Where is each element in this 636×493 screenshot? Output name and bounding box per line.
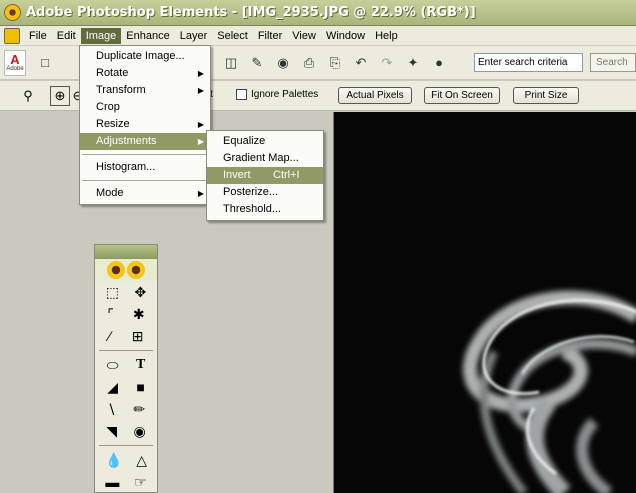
checkbox-box[interactable] (236, 89, 247, 100)
sunflower-icon (107, 261, 125, 279)
ignore-palettes-label: Ignore Palettes (251, 89, 319, 100)
save-pdf-icon[interactable]: ◫ (220, 52, 242, 74)
menu-window[interactable]: Window (321, 28, 370, 44)
menu-item-label: Crop (96, 101, 120, 113)
menu-item-label: Rotate (96, 67, 129, 79)
title-bar: Adobe Photoshop Elements - [IMG_2935.JPG… (0, 0, 636, 26)
menu-image[interactable]: Image (80, 27, 122, 44)
document-system-menu-icon[interactable] (4, 27, 20, 44)
eraser-tool-icon[interactable]: ◥ (106, 423, 117, 440)
red-eye-tool-icon[interactable]: ◉ (134, 423, 146, 440)
selection-brush-tool-icon[interactable]: ∕ (108, 328, 110, 344)
menu-item-adjustments[interactable]: Adjustments ▶ (80, 133, 210, 150)
print-icon[interactable]: ⎙ (298, 52, 320, 74)
menu-item-label: Gradient Map... (223, 152, 299, 164)
menu-layer[interactable]: Layer (175, 28, 213, 44)
menu-item-label: Duplicate Image... (96, 50, 185, 62)
photo-browser-icon[interactable]: ● (428, 52, 450, 74)
menu-item-shortcut: Ctrl+I (273, 169, 300, 181)
zoom-tool-icon[interactable]: ⚲ (18, 86, 38, 106)
menu-separator (82, 154, 208, 155)
quick-fix-icon[interactable]: ✦ (402, 52, 424, 74)
menu-item-histogram[interactable]: Histogram... (80, 159, 210, 176)
adobe-logo-icon[interactable]: A Adobe (4, 49, 26, 76)
menu-file[interactable]: File (24, 28, 52, 44)
fit-on-screen-button[interactable]: Fit On Screen (424, 87, 500, 104)
submenu-arrow-icon: ▶ (197, 120, 204, 129)
menu-item-gradient-map[interactable]: Gradient Map... (207, 150, 323, 167)
submenu-arrow-icon: ▶ (197, 189, 204, 198)
magic-wand-tool-icon[interactable]: ✱ (133, 306, 145, 323)
zoom-in-icon[interactable]: ⊕ (50, 86, 70, 106)
sharpen-tool-icon[interactable]: △ (136, 452, 147, 469)
brush-tool-icon[interactable]: ∖ (107, 401, 116, 418)
search-button[interactable]: Search (590, 53, 636, 72)
submenu-arrow-icon: ▶ (197, 137, 204, 146)
window-title: Adobe Photoshop Elements - [IMG_2935.JPG… (26, 5, 476, 20)
step-backward-icon[interactable]: ↶ (350, 52, 372, 74)
print-size-button[interactable]: Print Size (513, 87, 579, 104)
adobe-logo-label: Adobe (6, 66, 24, 72)
paint-bucket-tool-icon[interactable]: ◢ (107, 379, 118, 396)
type-tool-icon[interactable]: T (136, 357, 145, 373)
photoshop-elements-app-icon[interactable] (4, 4, 21, 21)
menu-item-label: Posterize... (223, 186, 279, 198)
actual-pixels-button[interactable]: Actual Pixels (338, 87, 412, 104)
menu-item-rotate[interactable]: Rotate ▶ (80, 65, 210, 82)
menu-item-label: Invert (223, 169, 251, 181)
menu-help[interactable]: Help (370, 28, 403, 44)
pencil-tool-icon[interactable]: ✏ (133, 401, 145, 418)
menu-filter[interactable]: Filter (253, 28, 287, 44)
print-preview-icon[interactable]: ⎘ (324, 52, 346, 74)
menu-item-label: Resize (96, 118, 130, 130)
menu-item-crop[interactable]: Crop (80, 99, 210, 116)
help-search-input[interactable] (474, 53, 583, 72)
submenu-arrow-icon: ▶ (197, 69, 204, 78)
image-menu-dropdown: Duplicate Image... Rotate ▶ Transform ▶ Cr… (79, 45, 211, 205)
gradient-tool-icon[interactable]: ■ (136, 379, 144, 395)
smudge-tool-icon[interactable]: ☞ (134, 474, 147, 491)
menu-item-label: Threshold... (223, 203, 282, 215)
menu-item-transform[interactable]: Transform ▶ (80, 82, 210, 99)
menu-separator (82, 180, 208, 181)
sponge-tool-icon[interactable]: ▬ (105, 474, 119, 490)
menu-item-invert[interactable]: Invert Ctrl+I (207, 167, 323, 184)
lasso-tool-icon[interactable]: ⌜ (107, 306, 114, 323)
submenu-arrow-icon: ▶ (197, 86, 204, 95)
toolbox-grip[interactable] (95, 245, 157, 259)
menu-item-label: Adjustments (96, 135, 157, 147)
menu-enhance[interactable]: Enhance (121, 28, 174, 44)
menu-item-equalize[interactable]: Equalize (207, 133, 323, 150)
menu-item-mode[interactable]: Mode ▶ (80, 185, 210, 202)
menu-item-duplicate-image[interactable]: Duplicate Image... (80, 48, 210, 65)
smoke-image (463, 290, 636, 493)
step-forward-icon[interactable]: ↷ (376, 52, 398, 74)
menu-view[interactable]: View (287, 28, 321, 44)
marquee-tool-icon[interactable]: ⬚ (106, 284, 119, 301)
menu-item-label: Histogram... (96, 161, 156, 173)
ignore-palettes-checkbox[interactable]: Ignore Palettes (236, 89, 318, 100)
new-file-icon[interactable]: □ (34, 52, 56, 74)
menu-edit[interactable]: Edit (52, 28, 81, 44)
menu-item-threshold[interactable]: Threshold... (207, 201, 323, 218)
move-tool-icon[interactable]: ✥ (135, 284, 147, 301)
blur-tool-icon[interactable]: 💧 (105, 452, 122, 469)
sunflower-icon (127, 261, 145, 279)
image-canvas[interactable] (333, 112, 636, 493)
attach-email-icon[interactable]: ✎ (246, 52, 268, 74)
menu-bar: File Edit Image Enhance Layer Select Fil… (0, 26, 636, 46)
crop-tool-icon[interactable]: ⊞ (132, 328, 144, 345)
toolbox-logo (95, 259, 157, 281)
menu-item-label: Mode (96, 187, 124, 199)
menu-item-resize[interactable]: Resize ▶ (80, 116, 210, 133)
menu-select[interactable]: Select (212, 28, 253, 44)
toolbox-palette: ⬚ ✥ ⌜ ✱ ∕ ⊞ ⬭ T ◢ ■ ∖ ✏ ◥ ◉ 💧 △ ▬ ☞ (94, 244, 158, 493)
adjustments-submenu: Equalize Gradient Map... Invert Ctrl+I Po… (206, 130, 324, 221)
menu-item-label: Transform (96, 84, 146, 96)
menu-item-posterize[interactable]: Posterize... (207, 184, 323, 201)
menu-item-label: Equalize (223, 135, 266, 147)
shape-tool-icon[interactable]: ⬭ (107, 357, 119, 374)
online-services-icon[interactable]: ◉ (272, 52, 294, 74)
